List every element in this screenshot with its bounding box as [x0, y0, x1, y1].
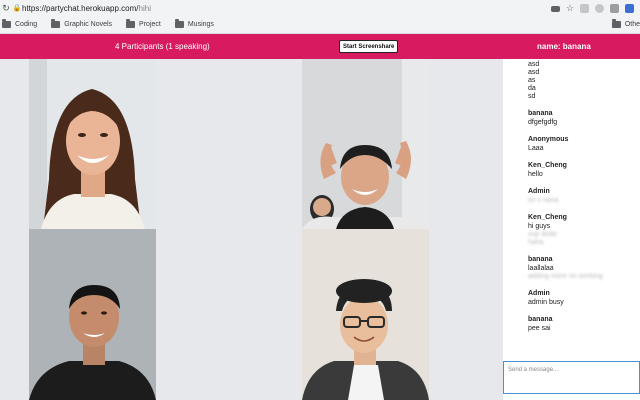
bookmark-label: Coding	[15, 21, 38, 28]
bookmark-musings[interactable]: Musings	[174, 19, 214, 28]
message-sender: Anonymous	[528, 136, 569, 143]
star-icon[interactable]: ☆	[566, 3, 574, 13]
folder-icon	[611, 19, 621, 28]
message-line: dfgefgdfg	[528, 119, 558, 126]
message-sender: banana	[528, 256, 553, 263]
extension-icon-3[interactable]	[610, 3, 619, 13]
chat-message: Admin lol u nana	[528, 187, 638, 205]
video-tile-3	[29, 229, 156, 400]
message-line: as	[528, 77, 536, 84]
message-sender: Ken_Cheng	[528, 162, 567, 169]
bookmark-coding[interactable]: Coding	[2, 19, 38, 28]
message-line-blurred: haha	[528, 239, 544, 246]
extension-icon-2[interactable]	[595, 3, 604, 13]
bookmark-graphic-novels[interactable]: Graphic Novels	[51, 19, 113, 28]
bookmark-label: Musings	[187, 21, 214, 28]
video-tile-2	[302, 59, 429, 229]
message-sender: Ken_Cheng	[528, 214, 567, 221]
chat-message: banana pee sai	[528, 315, 638, 333]
start-screenshare-button[interactable]: Start Screenshare	[339, 40, 399, 53]
bookmarks-bar: Coding Graphic Novels Project Musings Ot…	[0, 16, 640, 34]
message-line-blurred: sup dude	[528, 231, 557, 238]
video-stage	[0, 59, 503, 400]
message-line: sd	[528, 93, 536, 100]
bookmark-project[interactable]: Project	[126, 19, 161, 28]
chat-message: banana laallalaa adding more on working	[528, 255, 638, 281]
lock-icon: 🔒	[12, 5, 22, 12]
folder-icon	[2, 19, 11, 28]
folder-icon	[51, 19, 61, 28]
video-tile-1	[29, 59, 156, 229]
participant-video-3	[29, 229, 156, 400]
message-line: hello	[528, 171, 543, 178]
message-line-blurred: lol u nana	[528, 197, 559, 204]
participants-count: 4 Participants (1 speaking)	[115, 42, 210, 51]
browser-url-bar: ↻ 🔒 https://partychat.herokuapp.com/hihi…	[0, 0, 640, 16]
bookmark-label: Project	[139, 21, 161, 28]
url-path: hihi	[138, 3, 151, 13]
message-line: da	[528, 85, 536, 92]
user-name-label: name: banana	[537, 42, 591, 51]
chat-message-input[interactable]: Send a message...	[503, 361, 640, 394]
chat-messages: asd asd as da sd banana dfgefgdfg Anonym…	[528, 61, 638, 341]
participant-video-2	[302, 59, 429, 229]
message-sender: banana	[528, 316, 553, 323]
chat-message: Ken_Cheng hi guys sup dude haha	[528, 213, 638, 247]
bookmark-other[interactable]: Othe	[611, 19, 640, 28]
message-line: pee sai	[528, 325, 551, 332]
message-line: Laaa	[528, 145, 544, 152]
camera-icon[interactable]	[550, 5, 560, 12]
participant-video-1	[29, 59, 156, 229]
bookmark-label: Graphic Novels	[64, 21, 113, 28]
video-tile-4	[302, 229, 429, 400]
bookmark-label: Othe	[624, 21, 640, 28]
reload-icon[interactable]: ↻	[0, 3, 12, 14]
folder-icon	[126, 19, 136, 28]
folder-icon	[174, 19, 184, 28]
chat-panel: asd asd as da sd banana dfgefgdfg Anonym…	[503, 59, 640, 400]
url-field[interactable]: https://partychat.herokuapp.com/hihi	[22, 4, 551, 13]
chat-message: banana dfgefgdfg	[528, 109, 638, 127]
message-line-blurred: adding more on working	[528, 273, 603, 280]
message-sender: banana	[528, 110, 553, 117]
message-line: asd	[528, 69, 540, 76]
chat-message: Ken_Cheng hello	[528, 161, 638, 179]
chat-message: Anonymous Laaa	[528, 135, 638, 153]
participant-video-4	[302, 229, 429, 400]
app-header: 4 Participants (1 speaking) Start Screen…	[0, 34, 640, 59]
url-host: https://partychat.herokuapp.com/	[22, 3, 139, 13]
chat-message: Admin admin busy	[528, 289, 638, 307]
extension-icon-1[interactable]	[580, 3, 589, 13]
message-sender: Admin	[528, 290, 550, 297]
message-line: admin busy	[528, 299, 564, 306]
chat-message: asd asd as da sd	[528, 61, 638, 101]
message-line: hi guys	[528, 223, 551, 230]
message-sender: Admin	[528, 188, 550, 195]
grid-icon[interactable]	[625, 3, 634, 13]
message-line: laallalaa	[528, 265, 554, 272]
message-line: asd	[528, 61, 540, 68]
